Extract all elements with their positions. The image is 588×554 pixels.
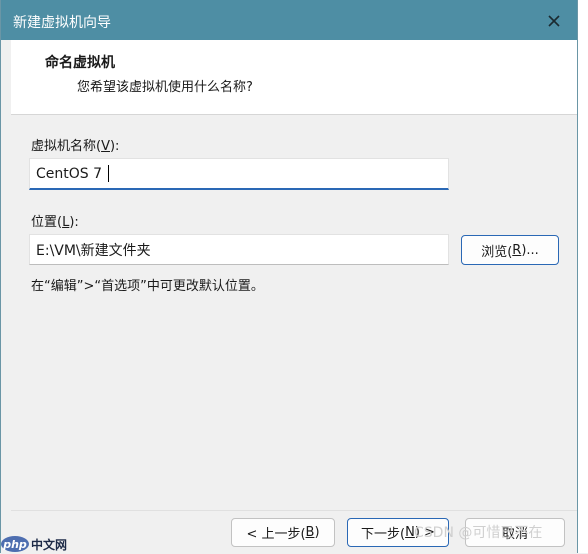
location-hint: 在“编辑”>“首选项”中可更改默认位置。 — [31, 279, 264, 294]
title-bar: 新建虚拟机向导 — [1, 0, 577, 40]
location-value: E:\VM\新建文件夹 — [36, 242, 151, 259]
next-button[interactable]: 下一步(N) > — [347, 518, 449, 547]
header-subtitle: 您希望该虚拟机使用什么名称? — [77, 80, 253, 95]
background-strip — [578, 0, 588, 553]
browse-button[interactable]: 浏览(R)... — [461, 235, 559, 265]
back-button[interactable]: < 上一步(B) — [231, 518, 335, 547]
wizard-window: 新建虚拟机向导 命名虚拟机 您希望该虚拟机使用什么名称? 虚拟机名称(V): C… — [0, 0, 578, 553]
wizard-footer: < 上一步(B) 下一步(N) > 取消 — [11, 510, 577, 554]
location-input[interactable]: E:\VM\新建文件夹 — [29, 234, 449, 265]
vm-name-input[interactable]: CentOS 7 — [29, 158, 449, 190]
vm-name-label: 虚拟机名称(V): — [31, 139, 120, 154]
header-title: 命名虚拟机 — [45, 55, 115, 71]
svg-text:中文网: 中文网 — [31, 537, 67, 552]
cancel-button[interactable]: 取消 — [465, 518, 565, 547]
vm-name-value: CentOS 7 — [36, 165, 103, 182]
php-logo-watermark: php 中文网 — [1, 536, 67, 552]
svg-text:php: php — [2, 538, 27, 551]
window-title: 新建虚拟机向导 — [13, 15, 111, 31]
wizard-header: 命名虚拟机 您希望该虚拟机使用什么名称? — [11, 40, 577, 115]
close-icon[interactable] — [541, 8, 567, 34]
wizard-content: 虚拟机名称(V): CentOS 7 位置(L): E:\VM\新建文件夹 浏览… — [11, 115, 577, 515]
text-caret — [108, 165, 110, 182]
location-label: 位置(L): — [31, 215, 79, 230]
